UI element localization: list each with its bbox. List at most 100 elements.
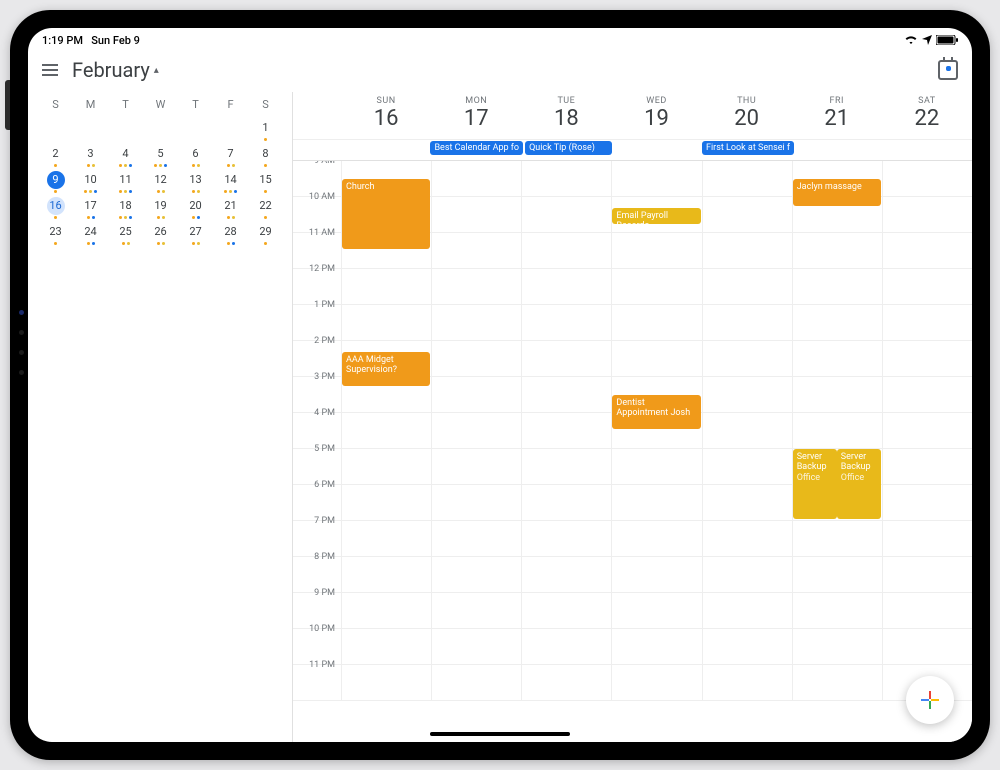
mini-day[interactable]: 15 [248, 169, 283, 195]
mini-dow: S [248, 92, 283, 117]
mini-day [38, 117, 73, 143]
mini-dow: S [38, 92, 73, 117]
hour-label: 1 PM [293, 300, 341, 335]
location-icon [922, 35, 932, 45]
allday-event[interactable]: Quick Tip (Rose) [525, 141, 611, 155]
hour-label: 5 PM [293, 444, 341, 479]
mini-day[interactable]: 25 [108, 221, 143, 247]
mini-dow: T [178, 92, 213, 117]
hour-label: 3 PM [293, 372, 341, 407]
plus-icon [919, 689, 941, 711]
mini-day[interactable]: 27 [178, 221, 213, 247]
day-header[interactable]: FRI21 [792, 92, 882, 139]
mini-day[interactable]: 4 [108, 143, 143, 169]
mini-day[interactable]: 13 [178, 169, 213, 195]
hour-label: 6 PM [293, 480, 341, 515]
mini-day[interactable]: 20 [178, 195, 213, 221]
week-header: SUN16MON17TUE18WED19THU20FRI21SAT22 [293, 92, 972, 140]
mini-day[interactable]: 5 [143, 143, 178, 169]
mini-day[interactable]: 8 [248, 143, 283, 169]
allday-event[interactable]: Best Calendar App fo [430, 141, 523, 155]
mini-calendar: SMTWTFS 12345678910111213141516171819202… [28, 92, 293, 742]
mini-day[interactable]: 28 [213, 221, 248, 247]
mini-day[interactable]: 17 [73, 195, 108, 221]
month-picker[interactable]: February ▴ [72, 58, 159, 82]
day-header[interactable]: SAT22 [882, 92, 972, 139]
allday-cell[interactable] [884, 140, 972, 160]
mini-day[interactable]: 3 [73, 143, 108, 169]
mini-day [143, 117, 178, 143]
mini-day[interactable]: 16 [38, 195, 73, 221]
day-header[interactable]: THU20 [702, 92, 792, 139]
hour-label: 4 PM [293, 408, 341, 443]
main: SMTWTFS 12345678910111213141516171819202… [28, 92, 972, 742]
hour-label: 11 AM [293, 228, 341, 263]
day-header[interactable]: WED19 [611, 92, 701, 139]
day-header[interactable]: MON17 [431, 92, 521, 139]
hour-label: 7 PM [293, 516, 341, 551]
hour-label: 9 PM [293, 588, 341, 623]
status-time: 1:19 PM [42, 34, 83, 47]
hour-label: 9 AM [293, 161, 341, 191]
status-date: Sun Feb 9 [91, 34, 140, 47]
mini-day[interactable]: 14 [213, 169, 248, 195]
mini-day [73, 117, 108, 143]
mini-day[interactable]: 22 [248, 195, 283, 221]
mini-day[interactable]: 6 [178, 143, 213, 169]
mini-day[interactable]: 10 [73, 169, 108, 195]
mini-dow: T [108, 92, 143, 117]
hour-label: 8 PM [293, 552, 341, 587]
mini-day [108, 117, 143, 143]
mini-day[interactable]: 26 [143, 221, 178, 247]
mini-day[interactable]: 24 [73, 221, 108, 247]
screen: 1:19 PM Sun Feb 9 February ▴ [28, 28, 972, 742]
wifi-icon [904, 35, 918, 45]
calendar-event[interactable]: Dentist Appointment Josh [612, 395, 700, 429]
calendar-event[interactable]: Server BackupOffice [837, 449, 881, 519]
menu-button[interactable] [42, 64, 58, 76]
allday-cell[interactable] [613, 140, 701, 160]
mini-day[interactable]: 9 [38, 169, 73, 195]
month-label: February [72, 58, 150, 82]
all-day-row: Best Calendar App foQuick Tip (Rose) Firs… [293, 140, 972, 161]
mini-day [213, 117, 248, 143]
hour-label: 10 PM [293, 624, 341, 659]
create-event-button[interactable] [906, 676, 954, 724]
mini-day[interactable]: 29 [248, 221, 283, 247]
hour-label: 11 PM [293, 660, 341, 695]
mini-day[interactable]: 18 [108, 195, 143, 221]
home-indicator[interactable] [430, 732, 570, 736]
caret-up-icon: ▴ [154, 65, 159, 76]
allday-cell[interactable]: Quick Tip (Rose) [524, 140, 612, 160]
day-header[interactable]: TUE18 [521, 92, 611, 139]
allday-event[interactable]: First Look at Sensei f [702, 141, 794, 155]
mini-dow: M [73, 92, 108, 117]
mini-day[interactable]: 12 [143, 169, 178, 195]
allday-cell[interactable] [341, 140, 429, 160]
mini-day[interactable]: 2 [38, 143, 73, 169]
status-bar: 1:19 PM Sun Feb 9 [28, 28, 972, 52]
allday-cell[interactable]: Best Calendar App fo [429, 140, 524, 160]
mini-day[interactable]: 19 [143, 195, 178, 221]
mini-day[interactable]: 1 [248, 117, 283, 143]
mini-day[interactable]: 7 [213, 143, 248, 169]
hour-label: 2 PM [293, 336, 341, 371]
allday-cell[interactable]: First Look at Sensei f [701, 140, 795, 160]
app-header: February ▴ [28, 52, 972, 92]
mini-dow: F [213, 92, 248, 117]
day-header[interactable]: SUN16 [341, 92, 431, 139]
allday-cell[interactable] [795, 140, 883, 160]
hour-label: 12 PM [293, 264, 341, 299]
calendar-event[interactable]: AAA Midget Supervision? [342, 352, 430, 386]
ipad-frame: 1:19 PM Sun Feb 9 February ▴ [10, 10, 990, 760]
mini-day [178, 117, 213, 143]
mini-dow: W [143, 92, 178, 117]
battery-icon [936, 35, 958, 45]
mini-day[interactable]: 21 [213, 195, 248, 221]
today-button[interactable] [938, 60, 958, 80]
mini-day[interactable]: 11 [108, 169, 143, 195]
mini-day[interactable]: 23 [38, 221, 73, 247]
hour-label: 10 AM [293, 192, 341, 227]
time-grid[interactable]: 9 AM10 AM11 AM12 PM1 PM2 PM3 PM4 PM5 PM6… [293, 161, 972, 742]
week-view: SUN16MON17TUE18WED19THU20FRI21SAT22 Best… [293, 92, 972, 742]
